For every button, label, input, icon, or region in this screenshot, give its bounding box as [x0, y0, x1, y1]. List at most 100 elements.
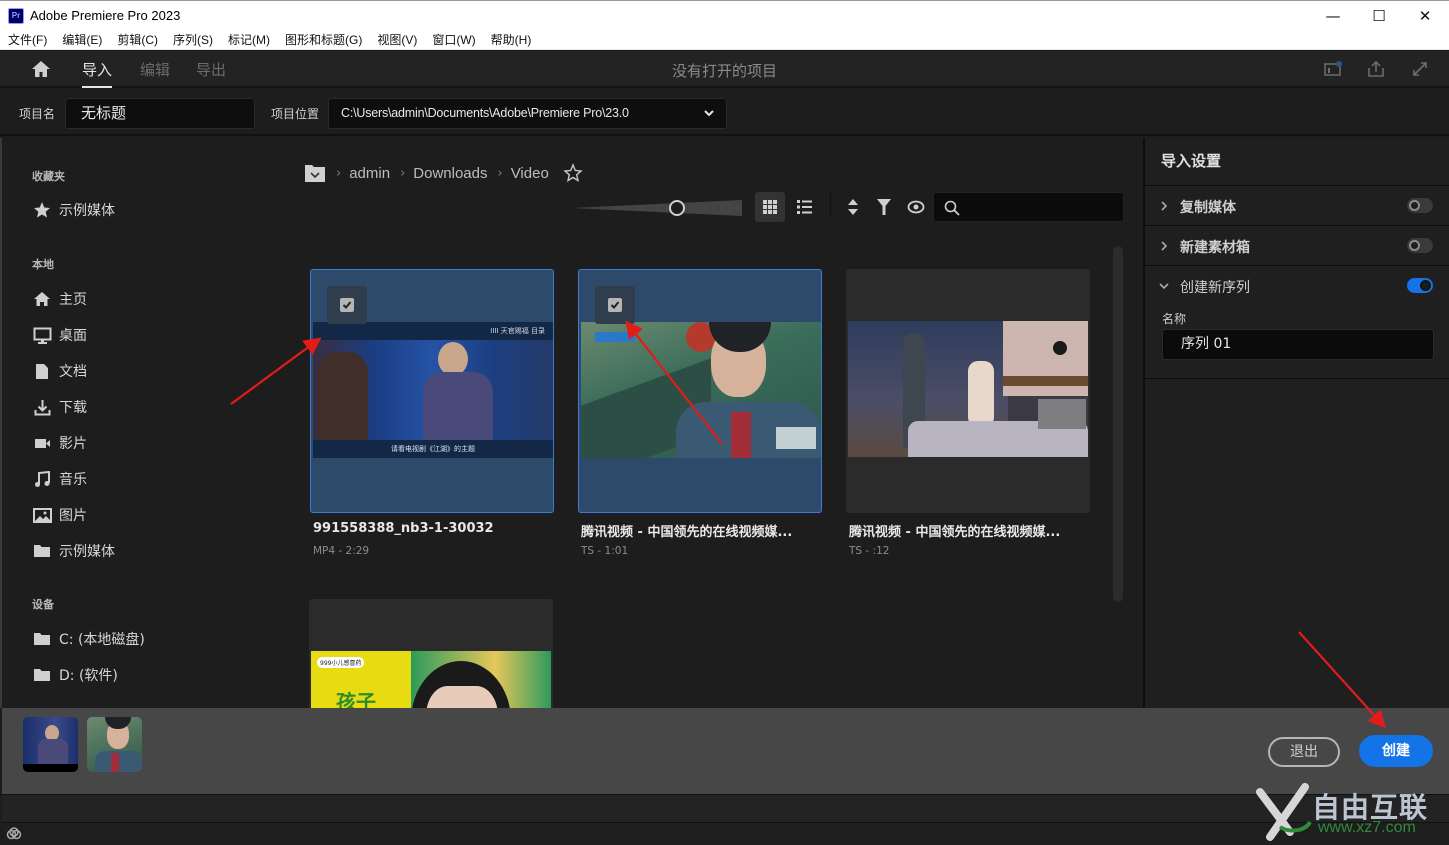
- preview-toggle-button[interactable]: [901, 192, 931, 222]
- thumbnail-size-slider[interactable]: [572, 197, 742, 219]
- sequence-name-input[interactable]: 序列 01: [1162, 329, 1434, 360]
- breadcrumb-separator: ›: [336, 165, 342, 181]
- import-settings-title: 导入设置: [1161, 152, 1222, 170]
- media-title: 腾讯视频 - 中国领先的在线视频媒...: [849, 525, 1061, 540]
- project-name-input[interactable]: 无标题: [65, 98, 255, 129]
- menu-sequence[interactable]: 序列(S): [173, 31, 213, 48]
- setting-create-sequence[interactable]: 创建新序列: [1145, 265, 1449, 305]
- chevron-down-icon: [1159, 283, 1169, 290]
- desktop-icon: [32, 326, 52, 344]
- home-button[interactable]: [30, 59, 52, 79]
- sidebar-item-desktop[interactable]: 桌面: [32, 323, 87, 347]
- select-checkbox[interactable]: [327, 286, 367, 324]
- quick-export-icon[interactable]: [1323, 60, 1343, 78]
- menu-clip[interactable]: 剪辑(C): [117, 31, 158, 48]
- favorites-header: 收藏夹: [32, 170, 65, 183]
- filter-button[interactable]: [869, 192, 899, 222]
- setting-new-bin[interactable]: 新建素材箱: [1145, 225, 1449, 265]
- media-grid: IIII 天官赐福 目录 请看电视剧《江湖》的主题 991558388_nb3-…: [300, 240, 1130, 708]
- share-icon[interactable]: [1366, 60, 1386, 78]
- project-name-label: 项目名: [19, 107, 56, 121]
- menu-file[interactable]: 文件(F): [8, 31, 47, 48]
- premiere-pro-logo-icon: Pr: [8, 8, 24, 24]
- media-meta: TS - 1:01: [581, 545, 629, 557]
- setting-copy-media[interactable]: 复制媒体: [1145, 185, 1449, 225]
- devices-header: 设备: [32, 598, 54, 611]
- home-icon: [32, 61, 50, 77]
- sidebar-item-sample-media[interactable]: 示例媒体: [32, 539, 115, 563]
- menu-edit[interactable]: 编辑(E): [62, 31, 102, 48]
- select-checkbox[interactable]: [595, 286, 635, 324]
- project-location-value: C:\Users\admin\Documents\Adobe\Premiere …: [341, 106, 629, 120]
- media-grid-scrollbar[interactable]: [1113, 246, 1123, 602]
- chevron-down-icon: [704, 110, 714, 117]
- list-view-button[interactable]: [789, 192, 819, 222]
- sidebar-item-home[interactable]: 主页: [32, 287, 87, 311]
- sidebar-item-movies[interactable]: 影片: [32, 431, 87, 455]
- maximize-button[interactable]: ☐: [1356, 1, 1402, 31]
- creative-cloud-icon[interactable]: [6, 827, 22, 841]
- breadcrumb-separator: ›: [400, 165, 406, 181]
- sidebar-item-music[interactable]: 音乐: [32, 467, 87, 491]
- media-card[interactable]: 999小儿感冒药 孩子: [309, 599, 553, 708]
- menu-graphics[interactable]: 图形和标题(G): [285, 31, 362, 48]
- menu-view[interactable]: 视图(V): [377, 31, 417, 48]
- grid-icon: [763, 200, 777, 214]
- favorite-star-icon[interactable]: [563, 163, 583, 183]
- selection-tray: 退出 创建: [2, 708, 1449, 794]
- fullscreen-icon[interactable]: [1410, 60, 1430, 78]
- search-input[interactable]: [966, 197, 1116, 219]
- checkmark-icon: [342, 301, 352, 309]
- menu-markers[interactable]: 标记(M): [228, 31, 270, 48]
- minimize-button[interactable]: —: [1310, 1, 1356, 31]
- selected-media-thumbnail[interactable]: [23, 717, 78, 772]
- media-search-field[interactable]: [933, 192, 1124, 222]
- sidebar-item-documents[interactable]: 文档: [32, 359, 87, 383]
- panel-divider: [1145, 378, 1449, 379]
- breadcrumb-downloads[interactable]: Downloads: [413, 165, 487, 182]
- create-button[interactable]: 创建: [1359, 735, 1433, 767]
- media-card[interactable]: IIII 天官赐福 目录 请看电视剧《江湖》的主题: [310, 269, 554, 513]
- menu-help[interactable]: 帮助(H): [491, 31, 532, 48]
- selected-media-thumbnail[interactable]: [87, 717, 142, 772]
- sidebar-item-downloads[interactable]: 下载: [32, 395, 87, 419]
- tab-import[interactable]: 导入: [82, 59, 113, 88]
- breadcrumb-admin[interactable]: admin: [349, 165, 390, 182]
- star-icon: [32, 201, 52, 219]
- breadcrumb: › admin › Downloads › Video: [304, 160, 583, 186]
- media-card[interactable]: [846, 269, 1090, 513]
- tab-export[interactable]: 导出: [196, 59, 226, 80]
- folder-icon: [32, 630, 52, 648]
- project-location-dropdown[interactable]: C:\Users\admin\Documents\Adobe\Premiere …: [328, 98, 727, 129]
- sidebar-item-drive-d[interactable]: D: (软件): [32, 663, 118, 687]
- exit-button[interactable]: 退出: [1268, 737, 1340, 767]
- location-sidebar: 收藏夹 示例媒体 本地 主页 桌面 文档 下载 影片 音乐 图片 示例媒体 设备…: [0, 138, 290, 708]
- list-icon: [796, 200, 812, 214]
- breadcrumb-separator: ›: [497, 165, 503, 181]
- sidebar-item-drive-c[interactable]: C: (本地磁盘): [32, 627, 145, 651]
- sidebar-item-sample-media-favorite[interactable]: 示例媒体: [32, 198, 115, 222]
- tab-edit[interactable]: 编辑: [140, 59, 170, 80]
- slider-handle: [669, 200, 685, 216]
- project-settings-bar: 项目名 无标题 项目位置 C:\Users\admin\Documents\Ad…: [0, 90, 1449, 136]
- sort-icon: [848, 199, 858, 215]
- copy-media-toggle[interactable]: [1407, 198, 1433, 213]
- media-title: 腾讯视频 - 中国领先的在线视频媒...: [581, 525, 793, 540]
- folder-dropdown-icon[interactable]: [304, 163, 326, 183]
- document-icon: [32, 362, 52, 380]
- workspace-header: 导入 编辑 导出 没有打开的项目: [0, 51, 1449, 88]
- status-bar: [2, 822, 1449, 845]
- grid-view-button[interactable]: [755, 192, 785, 222]
- home-icon: [32, 290, 52, 308]
- close-button[interactable]: ✕: [1402, 1, 1448, 31]
- new-bin-toggle[interactable]: [1407, 238, 1433, 253]
- folder-icon: [32, 666, 52, 684]
- chevron-right-icon: [1161, 241, 1168, 251]
- menu-window[interactable]: 窗口(W): [432, 31, 475, 48]
- create-sequence-toggle[interactable]: [1407, 278, 1433, 293]
- sort-button[interactable]: [838, 192, 868, 222]
- media-thumbnail: IIII 天官赐福 目录 请看电视剧《江湖》的主题: [313, 322, 553, 458]
- media-card[interactable]: [578, 269, 822, 513]
- sidebar-item-pictures[interactable]: 图片: [32, 503, 87, 527]
- breadcrumb-video[interactable]: Video: [511, 165, 549, 182]
